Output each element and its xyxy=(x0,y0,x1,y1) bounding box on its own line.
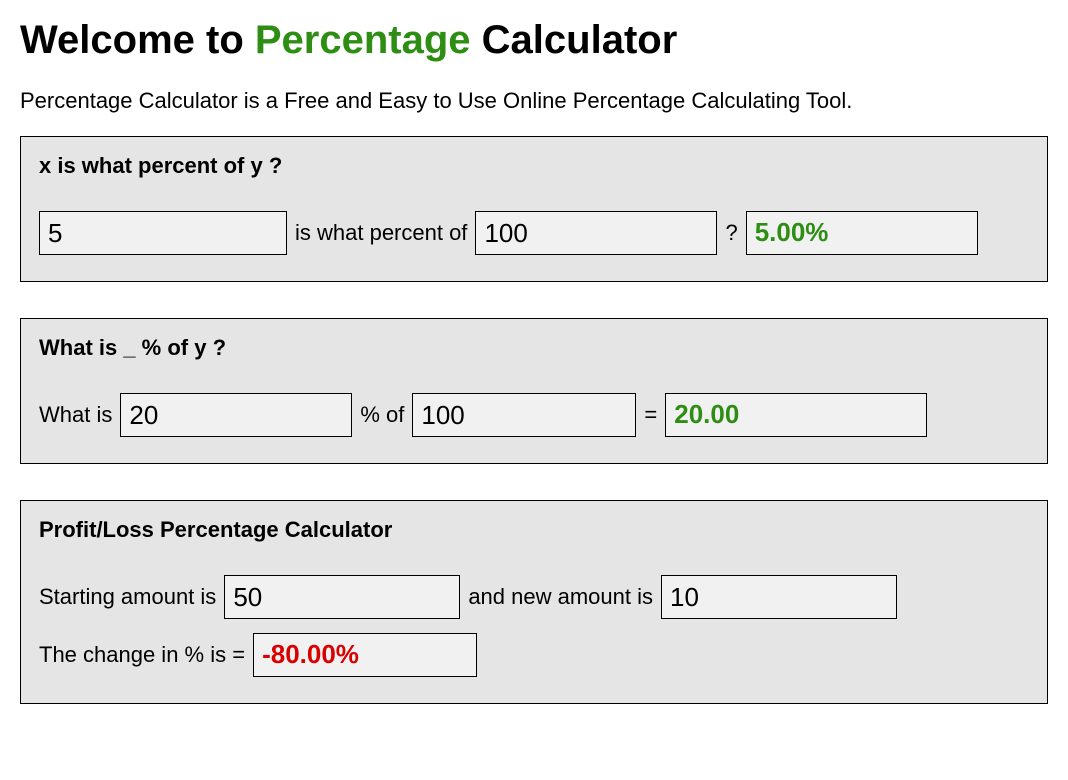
panel3-lead-text: Starting amount is xyxy=(39,584,216,610)
panel2-result: 20.00 xyxy=(665,393,927,437)
input-y[interactable] xyxy=(475,211,717,255)
title-highlight: Percentage xyxy=(255,18,471,62)
title-suffix: Calculator xyxy=(471,18,678,62)
panel3-result: -80.00% xyxy=(253,633,477,677)
panel1-result: 5.00% xyxy=(746,211,978,255)
panel3-row1: Starting amount is and new amount is xyxy=(39,575,1029,619)
panel2-mid-text: % of xyxy=(360,402,404,428)
panel2-row: What is % of = 20.00 xyxy=(39,393,1029,437)
input-start-amount[interactable] xyxy=(224,575,460,619)
panel1-question-mark: ? xyxy=(725,220,737,246)
input-new-amount[interactable] xyxy=(661,575,897,619)
page-title: Welcome to Percentage Calculator xyxy=(20,16,1048,64)
panel3-title: Profit/Loss Percentage Calculator xyxy=(39,517,1029,543)
intro-text: Percentage Calculator is a Free and Easy… xyxy=(20,88,1048,114)
input-x[interactable] xyxy=(39,211,287,255)
input-y2[interactable] xyxy=(412,393,636,437)
panel-profit-loss: Profit/Loss Percentage Calculator Starti… xyxy=(20,500,1048,704)
panel-what-is-percent-of-y: What is _ % of y ? What is % of = 20.00 xyxy=(20,318,1048,464)
panel2-equals: = xyxy=(644,402,657,428)
panel1-title: x is what percent of y ? xyxy=(39,153,1029,179)
panel3-row2: The change in % is = -80.00% xyxy=(39,633,1029,677)
panel3-mid-text: and new amount is xyxy=(468,584,653,610)
panel1-mid-text: is what percent of xyxy=(295,220,467,246)
panel2-title: What is _ % of y ? xyxy=(39,335,1029,361)
input-percent[interactable] xyxy=(120,393,352,437)
panel1-row: is what percent of ? 5.00% xyxy=(39,211,1029,255)
panel3-result-label: The change in % is = xyxy=(39,642,245,668)
panel2-lead-text: What is xyxy=(39,402,112,428)
title-prefix: Welcome to xyxy=(20,18,255,62)
panel-x-percent-of-y: x is what percent of y ? is what percent… xyxy=(20,136,1048,282)
